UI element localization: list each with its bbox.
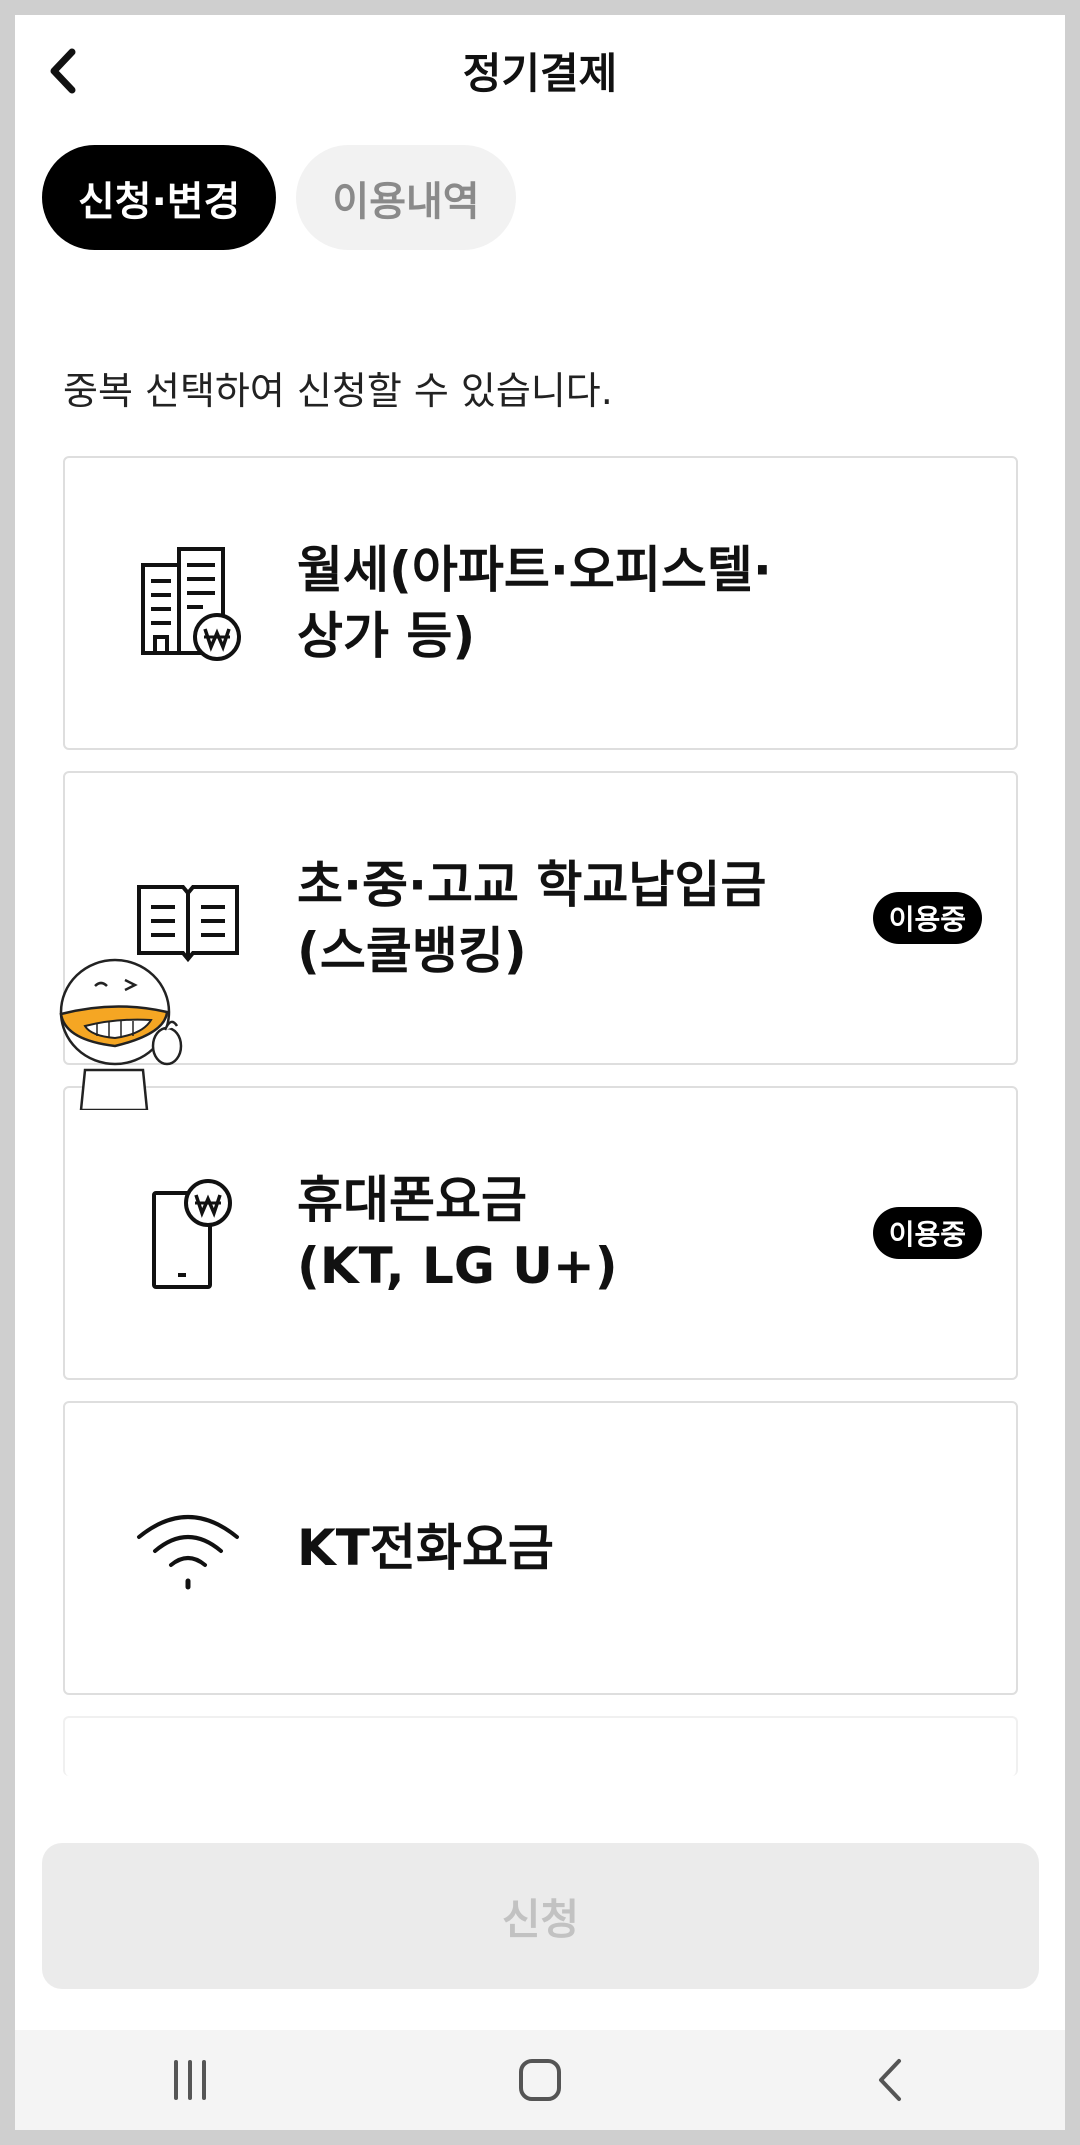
system-navigation-bar xyxy=(15,2030,1065,2130)
card-label-line1: 초·중·고교 학교납입금 xyxy=(297,856,767,914)
card-label-line1: 월세(아파트·오피스텔· xyxy=(297,541,772,599)
back-nav-button[interactable] xyxy=(830,2035,950,2125)
in-use-badge: 이용중 xyxy=(872,892,982,944)
card-label: KT전화요금 xyxy=(297,1515,857,1581)
card-kt-phone-bill[interactable]: KT전화요금 xyxy=(63,1401,1018,1695)
header: 정기결제 xyxy=(15,15,1065,125)
page-title: 정기결제 xyxy=(462,48,618,98)
recent-apps-button[interactable] xyxy=(130,2035,250,2125)
instruction-text: 중복 선택하여 신청할 수 있습니다. xyxy=(63,369,613,413)
card-label: 월세(아파트·오피스텔· 상가 등) xyxy=(297,537,857,669)
back-button[interactable] xyxy=(37,43,89,99)
in-use-badge: 이용중 xyxy=(872,1207,982,1259)
card-label-line1: 휴대폰요금 xyxy=(297,1171,527,1229)
card-label-line1: KT전화요금 xyxy=(297,1519,554,1577)
building-won-icon xyxy=(125,540,250,665)
apply-button[interactable]: 신청 xyxy=(42,1843,1039,1989)
card-label: 휴대폰요금 (KT, LG U+) xyxy=(297,1167,857,1299)
phone-won-icon xyxy=(125,1170,250,1295)
recent-apps-icon xyxy=(174,2060,206,2100)
card-partial[interactable] xyxy=(63,1716,1018,1776)
card-monthly-rent[interactable]: 월세(아파트·오피스텔· 상가 등) xyxy=(63,456,1018,750)
wifi-icon xyxy=(125,1485,250,1610)
card-label-line2: (스쿨뱅킹) xyxy=(297,922,527,980)
home-button[interactable] xyxy=(480,2035,600,2125)
chevron-left-icon xyxy=(50,48,76,94)
tab-bar: 신청·변경 이용내역 xyxy=(42,145,516,250)
card-label-line2: 상가 등) xyxy=(297,607,476,665)
card-label-line2: (KT, LG U+) xyxy=(297,1237,618,1295)
card-school-payment[interactable]: 초·중·고교 학교납입금 (스쿨뱅킹) 이용중 xyxy=(63,771,1018,1065)
app-frame: 정기결제 신청·변경 이용내역 중복 선택하여 신청할 수 있습니다. 월세(아… xyxy=(15,15,1065,2130)
home-icon xyxy=(519,2059,561,2101)
card-mobile-bill[interactable]: 휴대폰요금 (KT, LG U+) 이용중 xyxy=(63,1086,1018,1380)
card-label: 초·중·고교 학교납입금 (스쿨뱅킹) xyxy=(297,852,857,984)
tab-apply-change[interactable]: 신청·변경 xyxy=(42,145,277,250)
mascot-character-icon xyxy=(55,950,205,1112)
back-icon xyxy=(879,2059,901,2101)
tab-usage-history[interactable]: 이용내역 xyxy=(296,145,516,250)
